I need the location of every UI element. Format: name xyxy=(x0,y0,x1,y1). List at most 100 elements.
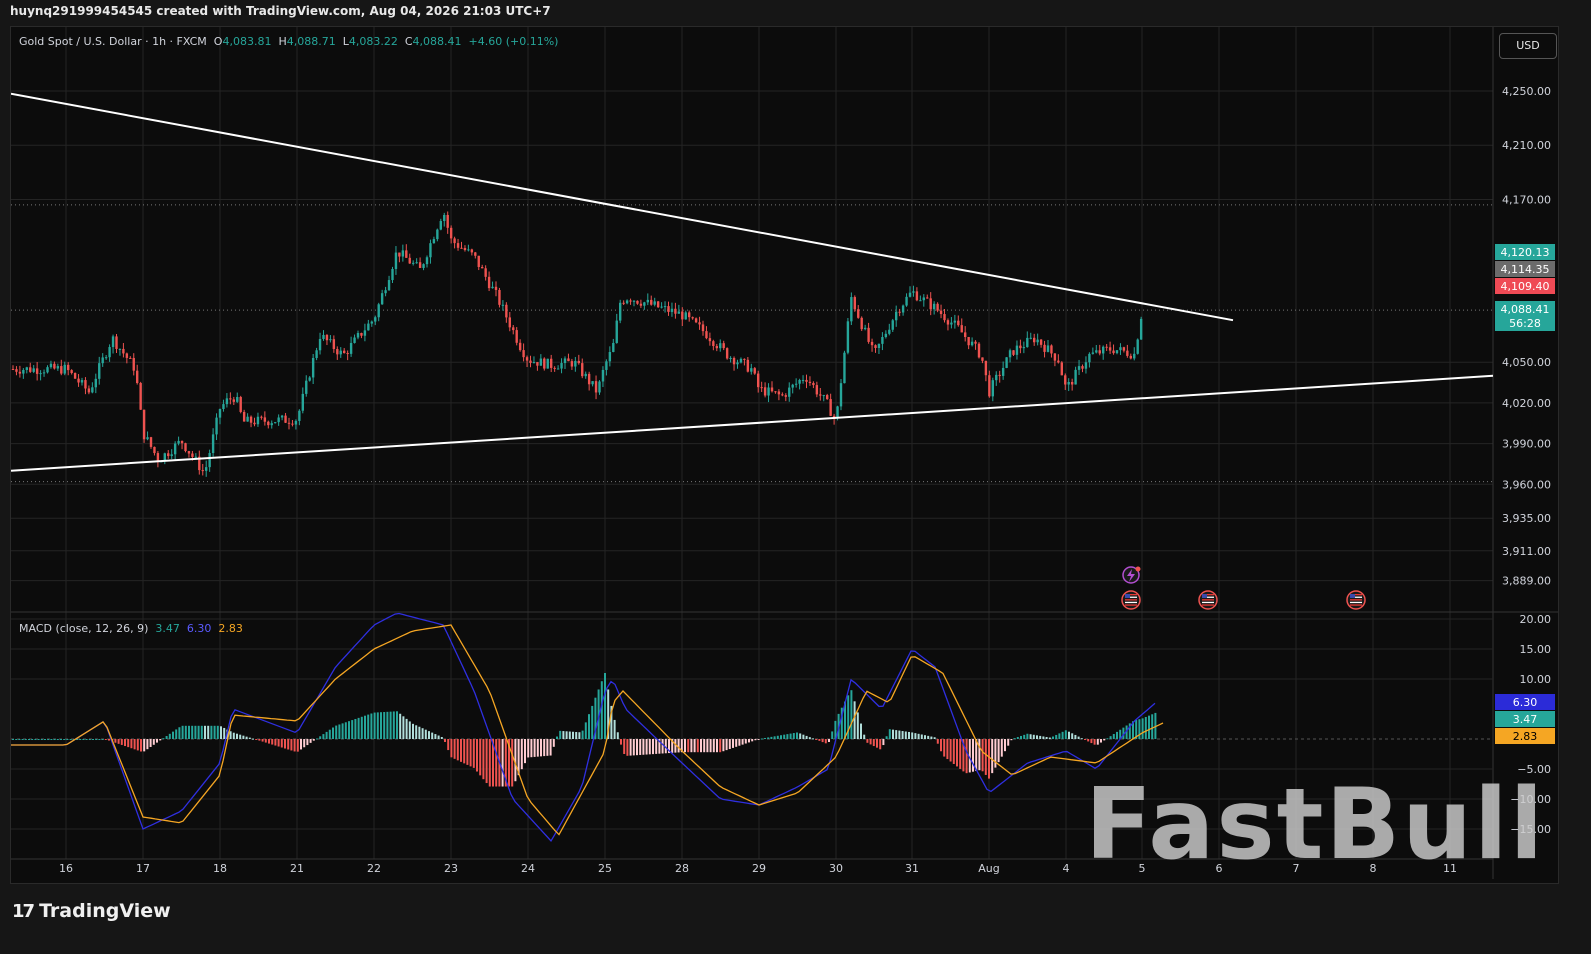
macd-histogram-bar xyxy=(584,722,587,739)
macd-histogram-bar xyxy=(860,723,862,739)
macd-histogram-bar xyxy=(559,730,562,739)
candle-body xyxy=(719,343,722,349)
candle-body xyxy=(1119,347,1122,351)
candle-body xyxy=(487,276,491,289)
candle-body xyxy=(898,311,901,313)
macd-histogram-bar xyxy=(1084,739,1086,740)
macd-histogram-bar xyxy=(869,739,872,745)
candle-body xyxy=(267,421,270,426)
candle-body xyxy=(670,308,674,312)
candle-body xyxy=(874,345,877,349)
macd-histogram-bar xyxy=(338,724,341,739)
macd-histogram-bar xyxy=(604,673,606,739)
candle-body xyxy=(850,297,853,322)
candle-body xyxy=(408,257,411,264)
macd-histogram-bar xyxy=(572,731,574,739)
macd-histogram-bar xyxy=(1000,739,1003,757)
candle-body xyxy=(739,358,743,363)
price-tick-label: 3,889.00 xyxy=(1502,575,1551,588)
macd-histogram-bar xyxy=(520,739,523,770)
candle-body xyxy=(343,350,346,354)
candle-body xyxy=(539,358,543,366)
macd-histogram-bar xyxy=(444,739,446,742)
candle-body xyxy=(1122,347,1126,351)
candle-body xyxy=(298,410,301,421)
macd-legend: MACD (close, 12, 26, 9) 3.47 6.30 2.83 xyxy=(19,622,243,635)
macd-histogram-bar xyxy=(143,739,146,752)
candle-body xyxy=(98,363,101,379)
macd-histogram-bar xyxy=(524,739,526,764)
candle-body xyxy=(1050,345,1053,354)
candle-body xyxy=(15,369,18,372)
price-tick-label: 3,990.00 xyxy=(1502,438,1551,451)
macd-histogram-bar xyxy=(303,739,306,748)
candle-body xyxy=(939,310,943,315)
change-value: +4.60 (+0.11%) xyxy=(468,35,559,48)
time-tick-label: 30 xyxy=(829,862,843,875)
chart-area[interactable]: 4,250.00 4,210.00 4,170.00 4,050.00 4,020.00… xyxy=(10,26,1559,884)
candle-body xyxy=(515,330,518,343)
macd-histogram-bar xyxy=(684,739,686,753)
macd-tick-label: 10.00 xyxy=(1520,673,1552,686)
macd-histogram-bar xyxy=(261,739,264,742)
candle-body xyxy=(173,443,177,455)
candle-body xyxy=(294,420,298,425)
candle-body xyxy=(888,329,891,334)
macd-histogram-bar xyxy=(1090,739,1093,744)
candle-body xyxy=(42,372,46,374)
macd-histogram-bar xyxy=(879,739,882,750)
candle-body xyxy=(22,369,25,374)
macd-histogram-bar xyxy=(37,739,40,740)
macd-signal-value: 2.83 xyxy=(218,622,243,635)
macd-histogram-bar xyxy=(632,739,635,756)
macd-histogram-bar xyxy=(280,739,283,748)
candle-body xyxy=(211,434,215,454)
macd-histogram-bar xyxy=(328,729,331,739)
candle-body xyxy=(698,322,701,325)
candle-body xyxy=(598,381,601,393)
macd-histogram-bar xyxy=(613,719,616,739)
macd-histogram-bar xyxy=(178,727,181,739)
candle-body xyxy=(881,337,884,344)
macd-histogram-bar xyxy=(101,739,104,740)
macd-histogram-bar xyxy=(335,725,338,739)
macd-histogram-bar xyxy=(389,711,392,739)
candle-body xyxy=(501,304,505,306)
currency-button[interactable]: USD xyxy=(1499,33,1557,59)
candle-body xyxy=(715,346,718,349)
candle-body xyxy=(322,334,325,339)
candle-body xyxy=(101,357,104,364)
candle-body xyxy=(146,437,149,440)
macd-histogram-bar xyxy=(757,739,760,740)
candle-body xyxy=(104,357,108,359)
candle-body xyxy=(222,404,225,409)
macd-histogram-bar xyxy=(1109,736,1112,739)
macd-histogram-bar xyxy=(549,739,552,756)
candle-body xyxy=(260,416,263,418)
macd-histogram-bar xyxy=(527,739,530,758)
candle-body xyxy=(629,300,632,302)
candle-body xyxy=(753,368,756,374)
candle-body xyxy=(950,322,953,325)
macd-title[interactable]: MACD (close, 12, 26, 9) xyxy=(19,622,148,635)
tradingview-logo[interactable]: 17 TradingView xyxy=(12,900,171,922)
candle-body xyxy=(253,422,256,425)
macd-histogram-bar xyxy=(581,730,584,739)
price-tick-label: 4,210.00 xyxy=(1502,139,1551,152)
macd-histogram-bar xyxy=(1007,739,1010,746)
macd-histogram-bar xyxy=(709,739,712,753)
candle-body xyxy=(619,302,622,321)
candle-body xyxy=(194,456,198,458)
macd-histogram-bar xyxy=(927,735,930,739)
macd-histogram-bar xyxy=(232,732,235,739)
macd-histogram-bar xyxy=(412,723,414,739)
candle-body xyxy=(118,348,122,350)
candle-body xyxy=(622,302,625,304)
macd-histogram-bar xyxy=(284,739,286,749)
candle-body xyxy=(377,304,380,318)
symbol-title[interactable]: Gold Spot / U.S. Dollar · 1h · FXCM xyxy=(19,35,207,48)
macd-histogram-bar xyxy=(82,739,85,740)
macd-histogram-bar xyxy=(18,739,21,740)
macd-histogram-bar xyxy=(812,738,814,740)
chart-canvas[interactable]: 4,250.00 4,210.00 4,170.00 4,050.00 4,020.00… xyxy=(11,27,1558,883)
